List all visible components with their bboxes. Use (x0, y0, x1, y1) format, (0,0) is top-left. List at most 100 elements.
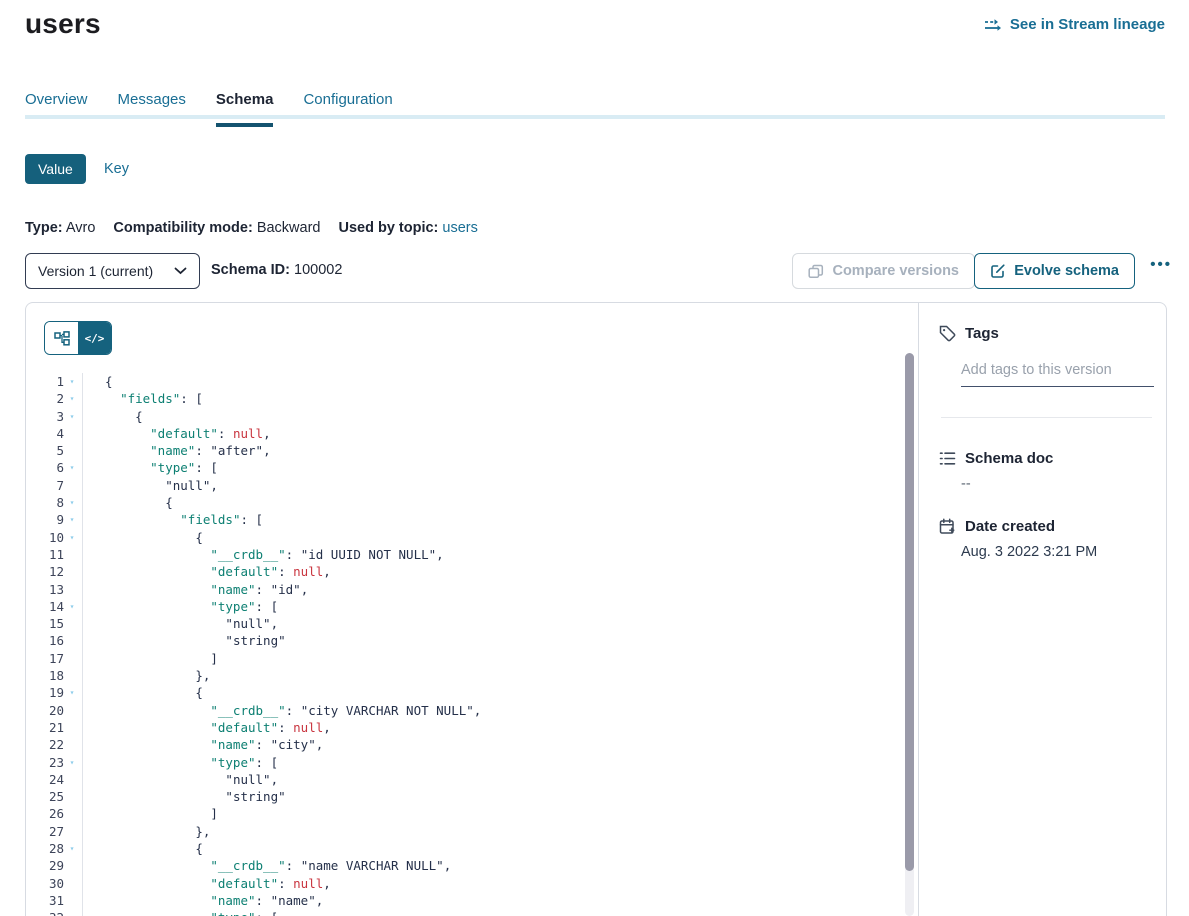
fold-arrow-icon[interactable]: ▾ (64, 840, 80, 857)
line-number: 14 (26, 598, 64, 615)
code-line: 4 "default": null, (26, 425, 902, 442)
line-number: 24 (26, 771, 64, 788)
tab-configuration[interactable]: Configuration (303, 91, 392, 127)
line-number: 1 (26, 373, 64, 390)
code-line: 29 "__crdb__": "name VARCHAR NULL", (26, 857, 902, 874)
schema-doc-section-header: Schema doc (939, 450, 1053, 467)
line-number: 9 (26, 511, 64, 528)
schema-id-field: Schema ID: 100002 (211, 262, 342, 278)
line-number: 11 (26, 546, 64, 563)
code-text: "fields": [ (82, 390, 203, 407)
code-text: "type": [ (82, 459, 218, 476)
fold-spacer (64, 875, 80, 892)
line-number: 13 (26, 581, 64, 598)
compare-versions-icon (808, 264, 824, 279)
code-text: { (82, 408, 143, 425)
line-number: 31 (26, 892, 64, 909)
schema-doc-value: -- (961, 476, 971, 492)
edit-icon (990, 263, 1006, 279)
stream-lineage-icon (984, 18, 1003, 32)
type-field: Type: Avro (25, 220, 95, 236)
fold-arrow-icon[interactable]: ▾ (64, 684, 80, 701)
code-line: 30 "default": null, (26, 875, 902, 892)
line-number: 28 (26, 840, 64, 857)
schema-meta-row: Type: Avro Compatibility mode: Backward … (25, 220, 478, 236)
line-number: 4 (26, 425, 64, 442)
code-text: "string" (82, 788, 286, 805)
see-in-stream-lineage-link[interactable]: See in Stream lineage (984, 16, 1165, 33)
code-line: 14▾ "type": [ (26, 598, 902, 615)
code-line: 22 "name": "city", (26, 736, 902, 753)
editor-scrollbar-track[interactable] (905, 353, 914, 916)
calendar-icon (939, 518, 956, 535)
code-line: 12 "default": null, (26, 563, 902, 580)
code-text: "name": "city", (82, 736, 323, 753)
code-line: 5 "name": "after", (26, 442, 902, 459)
line-number: 15 (26, 615, 64, 632)
code-text: "null", (82, 615, 278, 632)
value-toggle-button[interactable]: Value (25, 154, 86, 184)
fold-arrow-icon[interactable]: ▾ (64, 754, 80, 771)
used-by-topic-field: Used by topic: users (338, 220, 477, 236)
line-number: 26 (26, 805, 64, 822)
fold-arrow-icon[interactable]: ▾ (64, 909, 80, 916)
evolve-schema-button[interactable]: Evolve schema (974, 253, 1135, 289)
add-tags-input[interactable] (961, 359, 1154, 387)
line-number: 20 (26, 702, 64, 719)
fold-arrow-icon[interactable]: ▾ (64, 598, 80, 615)
compatibility-value: Backward (257, 220, 321, 236)
version-select-value: Version 1 (current) (38, 263, 153, 279)
tab-underline-track (25, 115, 1165, 119)
schema-id-label: Schema ID: (211, 262, 290, 278)
code-text: "__crdb__": "name VARCHAR NULL", (82, 857, 451, 874)
fold-arrow-icon[interactable]: ▾ (64, 459, 80, 476)
code-view-button[interactable]: </> (78, 322, 111, 354)
tags-section-header: Tags (939, 325, 999, 342)
used-by-topic-link[interactable]: users (442, 220, 477, 236)
fold-arrow-icon[interactable]: ▾ (64, 408, 80, 425)
fold-spacer (64, 632, 80, 649)
code-line: 3▾ { (26, 408, 902, 425)
editor-scrollbar-thumb[interactable] (905, 353, 914, 871)
code-line: 31 "name": "name", (26, 892, 902, 909)
line-number: 3 (26, 408, 64, 425)
tab-messages[interactable]: Messages (118, 91, 186, 127)
stream-lineage-label: See in Stream lineage (1010, 16, 1165, 33)
more-options-button[interactable]: ••• (1150, 256, 1172, 273)
fold-arrow-icon[interactable]: ▾ (64, 373, 80, 390)
fold-spacer (64, 736, 80, 753)
code-text: "string" (82, 632, 286, 649)
fold-spacer (64, 823, 80, 840)
line-number: 29 (26, 857, 64, 874)
list-icon (939, 451, 956, 466)
key-toggle-link[interactable]: Key (104, 161, 129, 177)
line-number: 25 (26, 788, 64, 805)
code-view-icon: </> (85, 332, 105, 345)
line-number: 5 (26, 442, 64, 459)
fold-spacer (64, 477, 80, 494)
fold-arrow-icon[interactable]: ▾ (64, 390, 80, 407)
page-title: users (25, 8, 101, 40)
fold-arrow-icon[interactable]: ▾ (64, 529, 80, 546)
tab-overview[interactable]: Overview (25, 91, 88, 127)
tab-schema[interactable]: Schema (216, 91, 274, 127)
version-select[interactable]: Version 1 (current) (25, 253, 200, 289)
code-text: { (82, 840, 203, 857)
code-line: 24 "null", (26, 771, 902, 788)
fold-spacer (64, 719, 80, 736)
line-number: 27 (26, 823, 64, 840)
schema-panel: </> 1▾{2▾ "fields": [3▾ {4 "default": nu… (25, 302, 1167, 916)
tree-view-button[interactable] (45, 322, 78, 354)
used-by-topic-label: Used by topic: (338, 220, 438, 236)
fold-arrow-icon[interactable]: ▾ (64, 494, 80, 511)
compare-versions-button[interactable]: Compare versions (792, 253, 975, 289)
code-line: 19▾ { (26, 684, 902, 701)
code-text: "default": null, (82, 425, 271, 442)
code-text: }, (82, 667, 210, 684)
line-number: 21 (26, 719, 64, 736)
fold-arrow-icon[interactable]: ▾ (64, 511, 80, 528)
fold-spacer (64, 563, 80, 580)
code-text: "type": [ (82, 598, 278, 615)
code-text: "type": [ (82, 754, 278, 771)
tags-title: Tags (965, 325, 999, 342)
